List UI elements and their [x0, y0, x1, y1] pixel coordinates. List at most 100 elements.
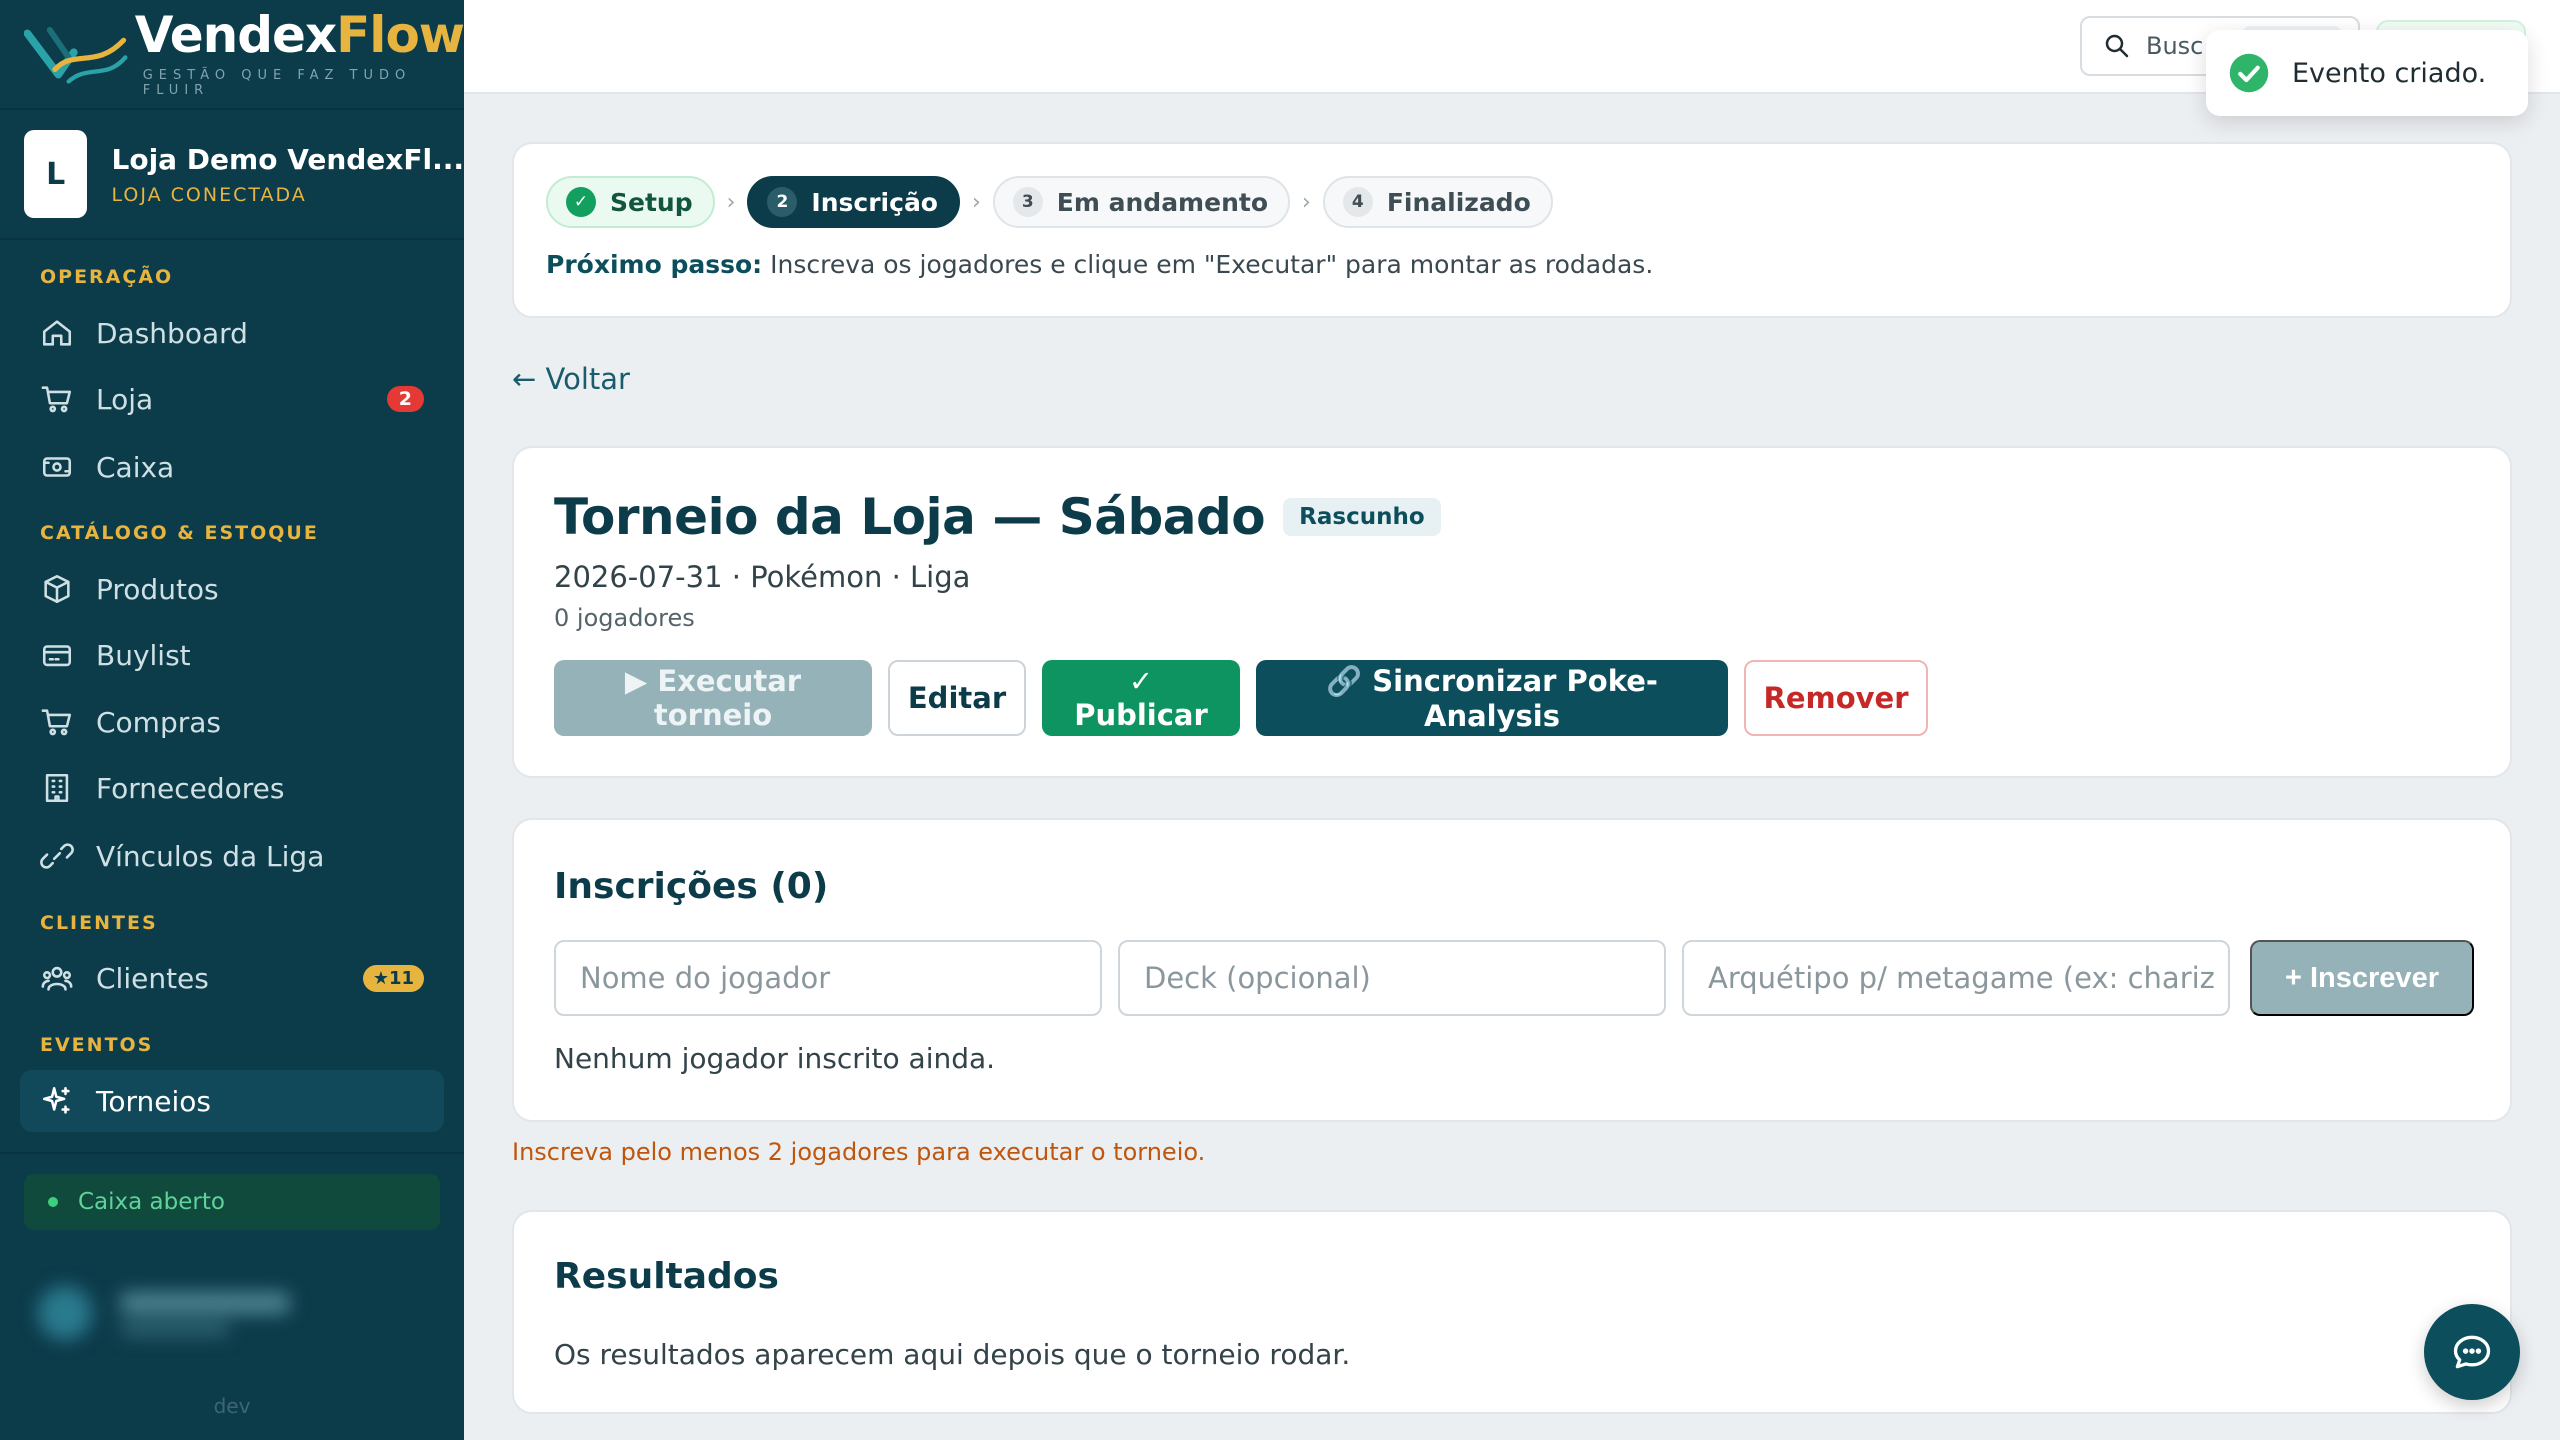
status-badge: Rascunho [1283, 498, 1441, 536]
toast-notification: Evento criado. [2206, 30, 2528, 116]
next-step-hint: Próximo passo: Inscreva os jogadores e c… [546, 250, 1653, 279]
workflow-stepper-card: ✓ Setup › 2 Inscrição › 3 Em andamento ›… [512, 142, 2512, 318]
building-icon [45, 773, 69, 803]
chevron-right-icon: › [971, 189, 981, 215]
brand-tagline: GESTÃO QUE FAZ TUDO FLUIR [142, 68, 412, 98]
sidebar-divider [0, 1152, 464, 1154]
sidebar-item-label: Dashboard [96, 316, 248, 350]
player-name-input[interactable]: Nome do jogador [554, 940, 1102, 1016]
nav-section-eventos: EVENTOS [40, 1034, 154, 1056]
next-step-label: Próximo passo: [546, 250, 763, 279]
event-header-card: Torneio da Loja — Sábado Rascunho 2026-0… [512, 446, 2512, 778]
user-profile-blurred[interactable] [30, 1278, 430, 1348]
publish-button[interactable]: ✓ Publicar [1042, 660, 1240, 736]
registrations-card: Inscrições (0) Nome do jogador Deck (opc… [512, 818, 2512, 1122]
sidebar-item-label: Fornecedores [96, 771, 285, 805]
search-text: Busc [2146, 32, 2204, 60]
remove-button[interactable]: Remover [1744, 660, 1928, 736]
sidebar-item-clientes[interactable]: Clientes ★11 [20, 947, 444, 1009]
results-empty-state: Os resultados aparecem aqui depois que o… [554, 1338, 1351, 1371]
sidebar-item-produtos[interactable]: Produtos [20, 558, 444, 620]
next-step-text: Inscreva os jogadores e clique em "Execu… [762, 250, 1654, 279]
event-title-row: Torneio da Loja — Sábado Rascunho [554, 488, 1441, 546]
loyalty-badge: ★11 [362, 964, 424, 992]
sidebar-item-label: Clientes [96, 961, 209, 995]
archetype-placeholder: Arquétipo p/ metagame (ex: chariz [1708, 961, 2215, 995]
sidebar-item-label: Caixa [96, 450, 175, 484]
registrations-empty-state: Nenhum jogador inscrito ainda. [554, 1042, 996, 1075]
cash-register-icon [42, 457, 72, 477]
sidebar-item-vinculos-da-liga[interactable]: Vínculos da Liga [20, 825, 444, 887]
register-player-button[interactable]: + Inscrever [2250, 940, 2474, 1016]
chat-bubble-icon [2453, 1335, 2491, 1369]
step-setup[interactable]: ✓ Setup [546, 176, 715, 228]
archetype-input[interactable]: Arquétipo p/ metagame (ex: chariz [1682, 940, 2230, 1016]
registrations-title: Inscrições (0) [554, 866, 829, 907]
link-icon [40, 843, 74, 869]
environment-label: dev [213, 1394, 251, 1418]
check-circle-icon [2229, 53, 2269, 93]
brand[interactable]: VendexFlow GESTÃO QUE FAZ TUDO FLUIR [0, 0, 465, 110]
step-number: 4 [1342, 187, 1373, 217]
wallet-icon [42, 645, 72, 667]
deck-input[interactable]: Deck (opcional) [1118, 940, 1666, 1016]
sidebar-item-caixa[interactable]: Caixa [20, 436, 444, 498]
edit-button[interactable]: Editar [888, 660, 1026, 736]
users-icon [41, 966, 73, 991]
box-icon [44, 574, 70, 604]
cart-icon [41, 386, 72, 413]
brand-name: VendexFlow [134, 6, 465, 64]
store-name: Loja Demo VendexFl... [111, 142, 464, 176]
sidebar-item-label: Compras [96, 705, 221, 739]
sidebar-item-label: Vínculos da Liga [96, 839, 325, 873]
status-dot [48, 1197, 58, 1207]
results-card: Resultados Os resultados aparecem aqui d… [512, 1210, 2512, 1414]
sidebar-item-loja[interactable]: Loja 2 [20, 368, 444, 430]
sidebar: VendexFlow GESTÃO QUE FAZ TUDO FLUIR L L… [0, 0, 465, 1440]
cash-status[interactable]: Caixa aberto [24, 1174, 440, 1230]
search-icon [2105, 34, 2129, 58]
step-label: Finalizado [1386, 187, 1531, 217]
step-label: Setup [610, 187, 693, 217]
cash-status-label: Caixa aberto [78, 1189, 225, 1215]
sidebar-item-compras[interactable]: Compras [20, 691, 444, 753]
step-number: 2 [767, 187, 798, 217]
chat-button[interactable] [2424, 1304, 2520, 1400]
nav-section-clientes: CLIENTES [40, 912, 158, 934]
store-status: LOJA CONECTADA [111, 183, 307, 206]
sync-poke-analysis-button[interactable]: 🔗 Sincronizar Poke-Analysis [1256, 660, 1728, 736]
step-inscricao[interactable]: 2 Inscrição [747, 176, 960, 228]
cart-icon [41, 709, 72, 736]
page-title: Torneio da Loja — Sábado [554, 488, 1266, 546]
sidebar-item-torneios[interactable]: Torneios [20, 1070, 444, 1132]
results-title: Resultados [554, 1256, 779, 1297]
vendexflow-logo-icon [24, 26, 128, 84]
chevron-right-icon: › [726, 189, 736, 215]
back-link[interactable]: ← Voltar [512, 362, 630, 396]
sidebar-item-label: Buylist [96, 638, 191, 672]
sidebar-item-label: Produtos [96, 572, 219, 606]
deck-placeholder: Deck (opcional) [1144, 961, 1371, 995]
sparkle-icon [42, 1086, 70, 1114]
execute-tournament-button[interactable]: ▶ Executar torneio [554, 660, 872, 736]
step-label: Inscrição [811, 187, 938, 217]
player-count: 0 jogadores [554, 604, 695, 632]
step-finalizado[interactable]: 4 Finalizado [1322, 176, 1553, 228]
notification-badge: 2 [386, 386, 424, 412]
player-name-placeholder: Nome do jogador [580, 961, 831, 995]
step-number: ✓ [566, 187, 596, 217]
store-avatar: L [24, 130, 88, 218]
sidebar-item-label: Torneios [96, 1084, 211, 1118]
sidebar-item-dashboard[interactable]: Dashboard [20, 302, 444, 364]
sidebar-item-buylist[interactable]: Buylist [20, 624, 444, 686]
store-switcher[interactable]: L Loja Demo VendexFl... LOJA CONECTADA [0, 110, 464, 240]
chevron-right-icon: › [1302, 189, 1311, 215]
avatar [38, 1286, 92, 1340]
toast-message: Evento criado. [2292, 57, 2487, 89]
sidebar-item-fornecedores[interactable]: Fornecedores [20, 757, 444, 819]
step-em-andamento[interactable]: 3 Em andamento [992, 176, 1290, 228]
min-players-warning: Inscreva pelo menos 2 jogadores para exe… [512, 1138, 1206, 1166]
event-actions: ▶ Executar torneio Editar ✓ Publicar 🔗 S… [554, 660, 1944, 736]
step-number: 3 [1012, 187, 1043, 217]
stepper: ✓ Setup › 2 Inscrição › 3 Em andamento ›… [546, 176, 1553, 228]
